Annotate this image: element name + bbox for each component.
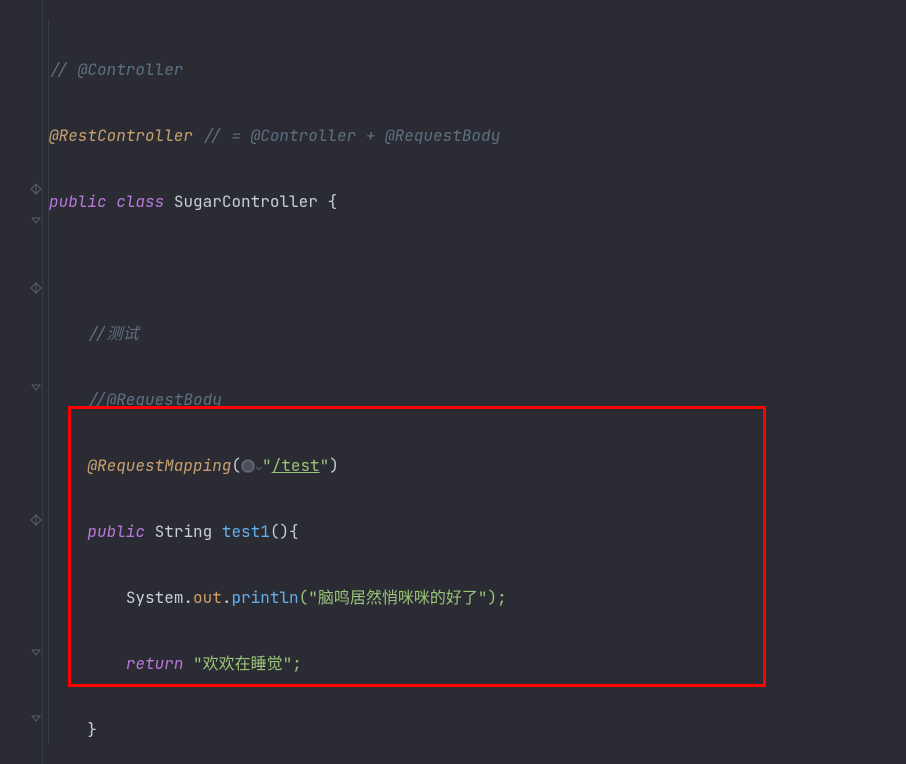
fold-icon[interactable] xyxy=(30,708,42,720)
method-name: test1 xyxy=(222,521,270,542)
fold-icon[interactable] xyxy=(30,278,42,290)
comment: //@RequestBody xyxy=(87,389,221,410)
string: " xyxy=(320,455,330,476)
comment: // = @Controller + @RequestBody xyxy=(193,125,500,146)
keyword: return xyxy=(126,653,184,674)
keyword: public xyxy=(49,191,107,212)
ident: System xyxy=(126,587,184,608)
guide-line xyxy=(48,20,49,744)
fold-icon[interactable] xyxy=(30,377,42,389)
string: "; xyxy=(283,653,302,674)
globe-icon[interactable] xyxy=(241,459,255,473)
type: String xyxy=(155,521,213,542)
paren: (){ xyxy=(270,521,299,542)
fold-icon[interactable] xyxy=(30,642,42,654)
comment: // @Controller xyxy=(49,59,183,80)
brace: { xyxy=(318,191,337,212)
method-call: println xyxy=(231,587,298,608)
fold-icon[interactable] xyxy=(30,212,42,224)
keyword: class xyxy=(116,191,164,212)
class-name: SugarController xyxy=(174,191,318,212)
brace: } xyxy=(87,719,97,740)
comment: //测试 xyxy=(87,323,138,344)
string: " xyxy=(262,455,272,476)
gutter xyxy=(0,0,43,764)
annotation: @RestController xyxy=(49,125,193,146)
string: " xyxy=(183,653,202,674)
code-area[interactable]: // @Controller @RestController // = @Con… xyxy=(43,0,906,764)
fold-icon[interactable] xyxy=(30,179,42,191)
code-editor[interactable]: // @Controller @RestController // = @Con… xyxy=(0,0,906,764)
keyword: public xyxy=(87,521,145,542)
fold-icon[interactable] xyxy=(30,510,42,522)
field: out xyxy=(193,587,222,608)
annotation: @RequestMapping xyxy=(87,455,231,476)
paren: ( xyxy=(231,455,241,476)
string-content: 脑鸣居然悄咪咪的好了 xyxy=(318,587,478,608)
paren: ) xyxy=(329,455,339,476)
string-content: 欢欢在睡觉 xyxy=(203,653,283,674)
string: (" xyxy=(299,587,318,608)
url-path[interactable]: /test xyxy=(272,455,320,476)
string: "); xyxy=(478,587,507,608)
